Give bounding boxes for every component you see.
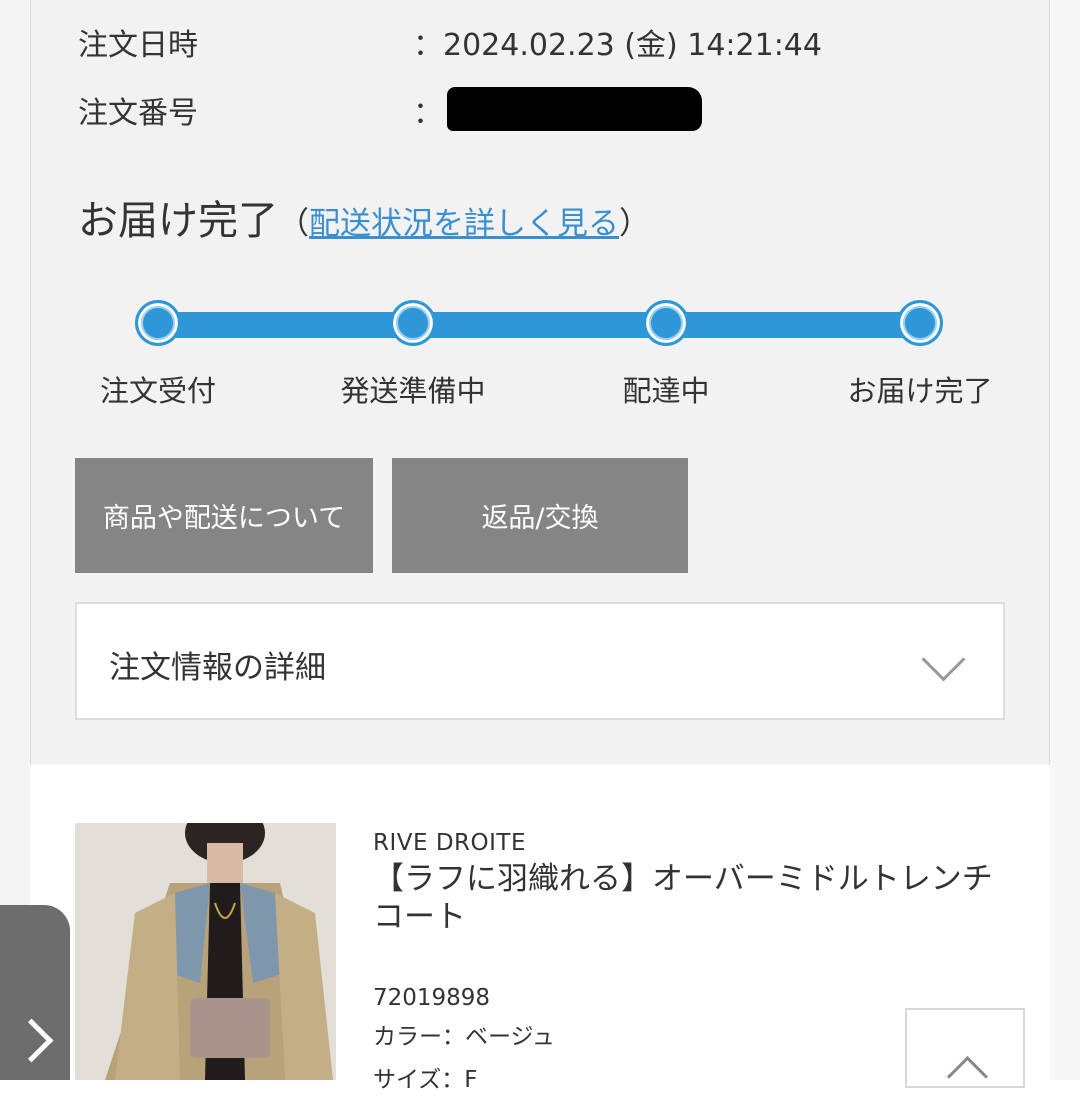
paren-open: （ <box>278 206 309 242</box>
side-drawer-tab[interactable] <box>0 905 70 1080</box>
step-label-delivering: 配達中 <box>622 374 710 408</box>
product-color: カラー：ベージュ <box>373 1024 555 1050</box>
delivery-status: お届け完了（配送状況を詳しく見る） <box>78 188 650 246</box>
step-dot-delivering <box>643 300 689 346</box>
chevron-right-icon <box>9 1018 54 1063</box>
order-date-value: ：2024.02.23 (金) 14:21:44 <box>413 28 822 63</box>
delivery-status-title: お届け完了 <box>78 198 278 244</box>
step-label-received: 注文受付 <box>99 374 217 408</box>
product-image[interactable] <box>75 823 336 1080</box>
order-number-value: ： <box>413 86 702 137</box>
scroll-top-button[interactable] <box>905 1008 1025 1097</box>
trench-coat-photo <box>75 823 336 1080</box>
step-dot-received <box>135 300 181 346</box>
product-brand: RIVE DROITE <box>373 830 527 856</box>
delivery-detail-link[interactable]: 配送状況を詳しく見る <box>309 206 619 242</box>
product-code: 72019898 <box>373 985 491 1011</box>
step-label-delivered: お届け完了 <box>847 374 993 408</box>
step-dot-delivered <box>897 300 943 346</box>
chevron-up-icon <box>946 1055 989 1097</box>
step-label-preparing: 発送準備中 <box>340 374 486 408</box>
order-number-prefix: ： <box>413 96 443 131</box>
order-details-accordion[interactable]: 注文情報の詳細 <box>75 602 1005 720</box>
progress-track <box>158 312 920 338</box>
return-exchange-button[interactable]: 返品/交換 <box>392 458 688 573</box>
about-shipping-button[interactable]: 商品や配送について <box>75 458 373 573</box>
paren-close: ） <box>619 206 650 242</box>
product-name[interactable]: 【ラフに羽織れる】オーバーミドルトレンチコート <box>373 860 993 936</box>
order-number-label: 注文番号 <box>78 96 198 131</box>
step-dot-preparing <box>390 300 436 346</box>
chevron-down-icon <box>921 637 966 682</box>
right-margin <box>1050 0 1080 1080</box>
redaction-mark <box>447 86 702 131</box>
order-date-label: 注文日時 <box>78 28 198 63</box>
order-details-label: 注文情報の詳細 <box>109 650 326 686</box>
product-size: サイズ：F <box>373 1067 478 1093</box>
